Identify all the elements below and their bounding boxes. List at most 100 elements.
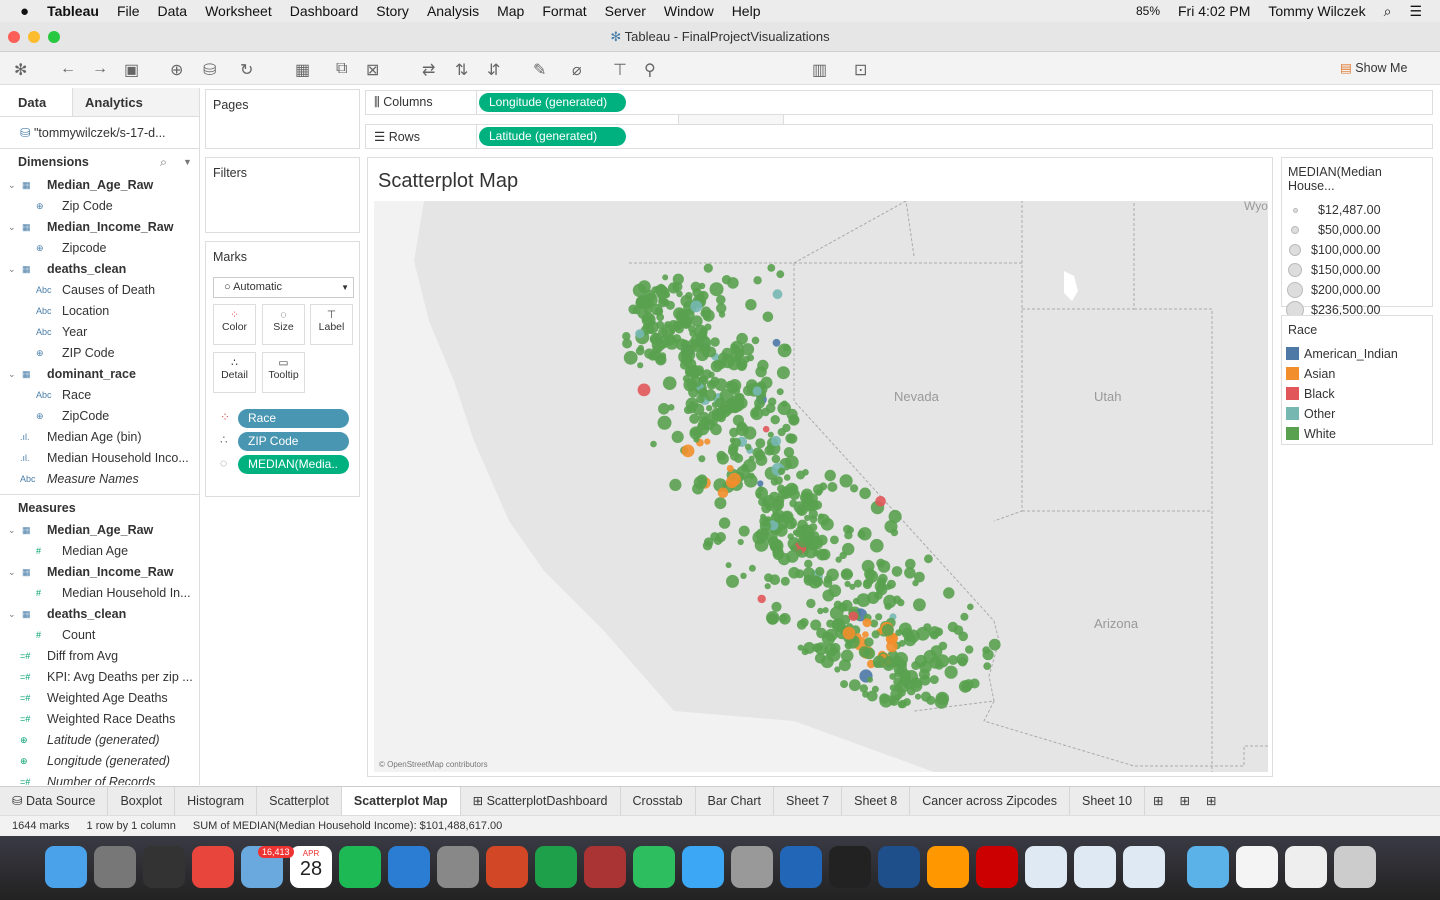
- map-mark[interactable]: [767, 536, 779, 548]
- map-mark[interactable]: [758, 497, 767, 507]
- map-mark[interactable]: [935, 691, 950, 706]
- field-item[interactable]: Abc Location: [0, 301, 199, 322]
- map-mark[interactable]: [771, 601, 782, 612]
- dock-sublime-icon[interactable]: [927, 846, 969, 888]
- sheet-tab[interactable]: Cancer across Zipcodes: [910, 787, 1070, 815]
- map-mark[interactable]: [757, 480, 764, 487]
- map-mark[interactable]: [889, 684, 897, 691]
- map-mark[interactable]: [755, 454, 768, 466]
- size-legend-item[interactable]: $50,000.00: [1282, 220, 1432, 240]
- chevron-down-icon[interactable]: ⌄: [8, 562, 16, 583]
- chevron-down-icon[interactable]: ⌄: [8, 217, 16, 238]
- chevron-down-icon[interactable]: ▼: [183, 149, 192, 175]
- map-mark[interactable]: [853, 579, 862, 588]
- map-mark[interactable]: [734, 348, 745, 359]
- map-mark[interactable]: [829, 606, 844, 620]
- map-mark[interactable]: [743, 459, 757, 473]
- map-mark[interactable]: [835, 556, 842, 563]
- map-mark[interactable]: [858, 646, 871, 658]
- tab-data[interactable]: Data: [0, 88, 72, 116]
- dock-evernote-icon[interactable]: [633, 846, 675, 888]
- map-mark[interactable]: [957, 657, 968, 667]
- sheet-tab[interactable]: Histogram: [175, 787, 258, 815]
- pages-card[interactable]: Pages: [205, 89, 360, 149]
- map-mark[interactable]: [914, 693, 922, 700]
- map-mark[interactable]: [685, 292, 693, 300]
- map-mark[interactable]: [777, 467, 786, 475]
- menu-story[interactable]: Story: [376, 3, 409, 19]
- map-mark[interactable]: [777, 401, 791, 416]
- dock-excel-icon[interactable]: [535, 846, 577, 888]
- map-mark[interactable]: [755, 438, 766, 449]
- dock-chrome-icon[interactable]: [192, 846, 234, 888]
- map-mark[interactable]: [862, 618, 872, 628]
- sheet-tab[interactable]: Scatterplot Map: [341, 787, 461, 815]
- map-mark[interactable]: [656, 313, 665, 322]
- map-mark[interactable]: [753, 276, 762, 285]
- map-mark[interactable]: [828, 584, 842, 597]
- map-mark[interactable]: [988, 638, 1001, 651]
- map-mark[interactable]: [675, 338, 688, 351]
- map-mark[interactable]: [700, 310, 708, 318]
- new-worksheet-icon[interactable]: ▦: [295, 60, 310, 80]
- field-item[interactable]: ⊕ Latitude (generated): [0, 730, 199, 751]
- map-mark[interactable]: [717, 452, 729, 465]
- median-income-pill[interactable]: MEDIAN(Media..: [238, 455, 349, 474]
- label-icon[interactable]: ⊤: [613, 60, 627, 80]
- dock-document-icon[interactable]: [1236, 846, 1278, 888]
- map-mark[interactable]: [690, 376, 702, 388]
- map-mark[interactable]: [883, 655, 896, 668]
- map-mark[interactable]: [689, 426, 703, 440]
- map-mark[interactable]: [696, 474, 708, 486]
- map-mark[interactable]: [716, 295, 726, 305]
- apple-icon[interactable]: ●: [20, 3, 29, 20]
- map-mark[interactable]: [806, 598, 816, 609]
- map-mark[interactable]: [671, 430, 684, 443]
- columns-shelf[interactable]: ⫼ Columns Longitude (generated): [365, 90, 1433, 115]
- map-mark[interactable]: [965, 645, 974, 654]
- map-mark[interactable]: [767, 431, 774, 438]
- size-legend-item[interactable]: $12,487.00: [1282, 200, 1432, 220]
- map-mark[interactable]: [726, 574, 739, 588]
- dock-terminal-icon[interactable]: [829, 846, 871, 888]
- map-mark[interactable]: [637, 344, 644, 352]
- map-mark[interactable]: [814, 653, 826, 664]
- tableau-icon[interactable]: ✻: [14, 60, 27, 80]
- dock-activity-monitor-icon[interactable]: [143, 846, 185, 888]
- map-mark[interactable]: [848, 611, 859, 621]
- map-mark[interactable]: [678, 349, 692, 364]
- map-mark[interactable]: [785, 433, 796, 444]
- map-mark[interactable]: [747, 354, 755, 362]
- map-mark[interactable]: [683, 405, 693, 415]
- map-mark[interactable]: [834, 666, 841, 673]
- map-mark[interactable]: [859, 684, 868, 693]
- show-cards-icon[interactable]: ▥: [812, 60, 827, 80]
- map-mark[interactable]: [944, 665, 958, 679]
- map-mark[interactable]: [672, 281, 683, 292]
- map-mark[interactable]: [765, 403, 776, 414]
- map-mark[interactable]: [867, 676, 873, 683]
- map-mark[interactable]: [840, 680, 849, 689]
- map-mark[interactable]: [645, 314, 655, 323]
- map-mark[interactable]: [809, 523, 818, 532]
- map-mark[interactable]: [856, 593, 871, 607]
- map-mark[interactable]: [688, 387, 699, 398]
- map-mark[interactable]: [871, 630, 880, 639]
- map-mark[interactable]: [815, 566, 825, 576]
- pause-updates-icon[interactable]: ⛁: [203, 60, 216, 80]
- tab-analytics[interactable]: Analytics: [72, 88, 199, 116]
- map-mark[interactable]: [729, 427, 739, 438]
- dock-calculator-icon[interactable]: [731, 846, 773, 888]
- map-mark[interactable]: [897, 688, 906, 697]
- size-button[interactable]: ◌ Size: [262, 304, 305, 345]
- swap-icon[interactable]: ⇄: [422, 60, 435, 80]
- map-mark[interactable]: [827, 482, 838, 492]
- map-mark[interactable]: [650, 349, 661, 361]
- map-mark[interactable]: [870, 538, 884, 553]
- fix-axes-icon[interactable]: ⚲: [644, 60, 656, 80]
- map-mark[interactable]: [878, 573, 888, 584]
- map-mark[interactable]: [757, 486, 764, 493]
- map-mark[interactable]: [766, 611, 780, 625]
- map-mark[interactable]: [824, 469, 836, 482]
- map-mark[interactable]: [960, 612, 969, 621]
